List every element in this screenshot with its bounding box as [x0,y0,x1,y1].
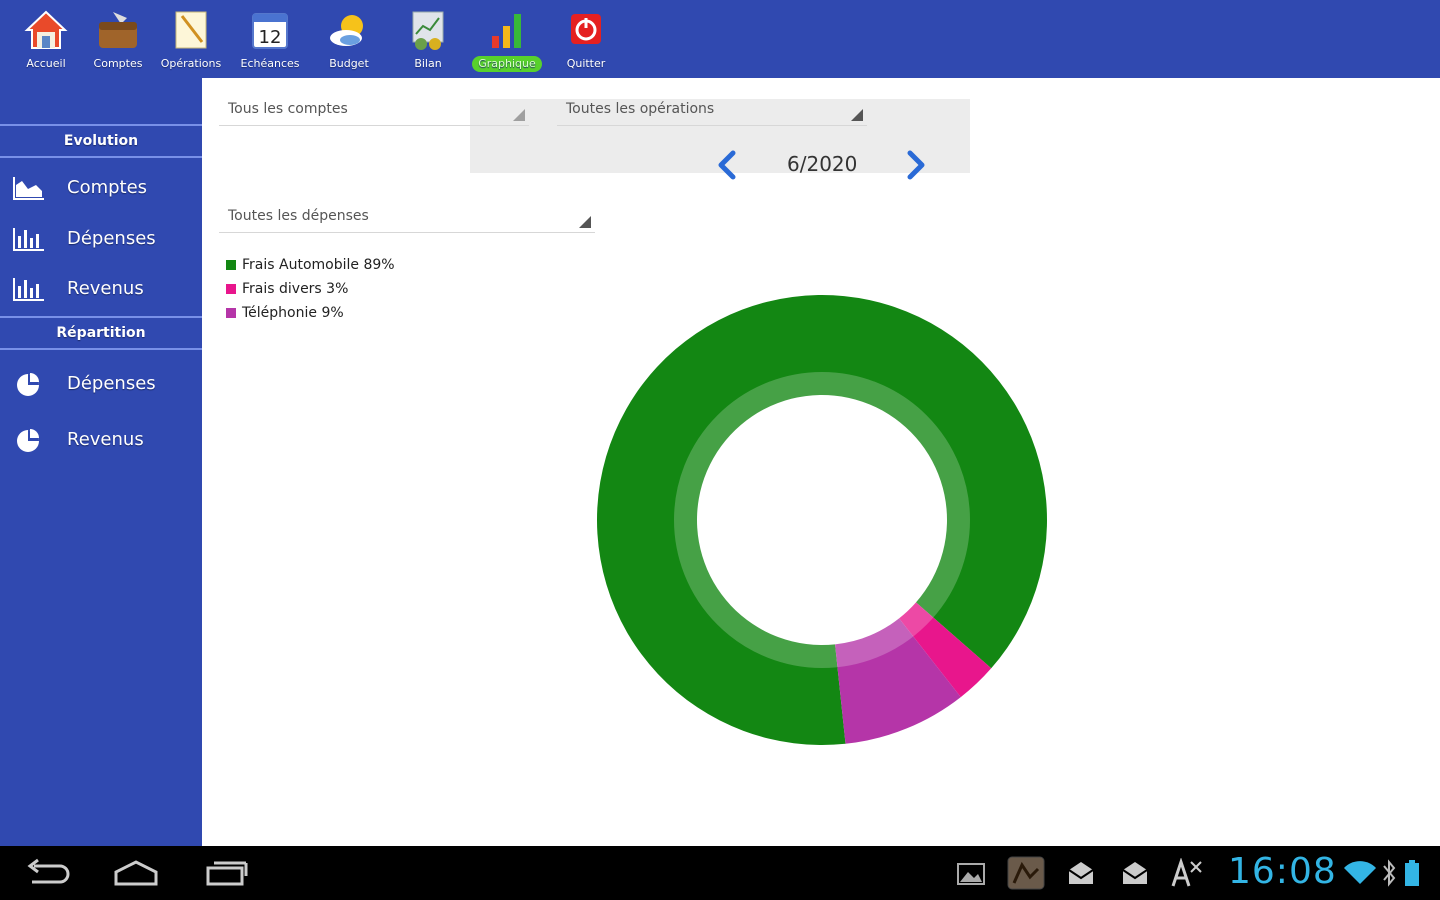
legend-swatch [226,308,236,318]
back-arrow-icon [32,864,70,884]
sidebar-item-label: Dépenses [67,373,156,394]
legend-item: Frais divers 3% [226,281,395,305]
previous-period-button[interactable] [713,148,741,182]
toolbar-label: Accueil [26,57,66,70]
toolbar-label: Quitter [566,57,606,70]
weather-icon [330,15,363,46]
toolbar-label: Budget [329,57,369,70]
mail-notification-icon[interactable] [1118,858,1152,888]
app-thumbnail-icon[interactable] [1006,855,1046,891]
home-nav-button[interactable] [110,858,162,888]
sidebar-item-evolution-revenus[interactable]: Revenus [0,268,202,312]
legend-label: Frais Automobile 89% [242,257,395,273]
legend-item: Frais Automobile 89% [226,257,395,281]
toolbar-budget-button[interactable]: Budget [310,8,388,74]
sidebar-section-evolution: Evolution [0,124,202,158]
category-spinner-value: Toutes les dépenses [228,208,369,224]
accounts-spinner-value: Tous les comptes [228,101,348,117]
sidebar-item-evolution-depenses[interactable]: Dépenses [0,218,202,262]
system-bar: 16:08 [0,846,1440,900]
dropdown-arrow-icon [851,109,863,121]
sidebar-item-repartition-depenses[interactable]: Dépenses [0,363,202,407]
toolbar-label: Echéances [240,57,300,70]
wallet-icon [99,12,137,48]
battery-icon [1405,860,1419,886]
chevron-right-icon [907,150,925,180]
wifi-icon [1344,861,1376,884]
bluetooth-icon [1383,859,1396,887]
pie-chart-icon [17,373,39,396]
sidebar-item-label: Comptes [67,177,148,198]
sidebar-item-label: Dépenses [67,228,156,249]
operations-spinner-value: Toutes les opérations [566,101,715,117]
next-period-button[interactable] [902,148,930,182]
toolbar-graph-button[interactable]: Graphique [468,8,546,74]
toolbar-home-button[interactable]: Accueil [7,8,85,74]
pie-chart-icon [17,429,39,452]
toolbar-schedules-button[interactable]: 12 Echéances [231,8,309,74]
sidebar: Evolution Comptes Dépenses Revenus Répar… [0,78,202,846]
legend-swatch [226,260,236,270]
bar-chart-icon [13,228,44,251]
svg-text:12: 12 [259,27,282,48]
toolbar-quit-button[interactable]: Quitter [547,8,625,74]
toolbar-label: Bilan [414,57,442,70]
legend-label: Téléphonie 9% [242,305,344,321]
mail-notification-icon[interactable] [1064,858,1098,888]
chevron-left-icon [718,150,736,180]
chart-report-icon [412,11,444,50]
toolbar-label: Comptes [93,57,143,70]
toolbar-operations-button[interactable]: Opérations [152,8,230,74]
dropdown-arrow-icon [579,216,591,228]
chart-legend: Frais Automobile 89% Frais divers 3% Tél… [226,257,395,329]
keyboard-ax-icon[interactable] [1170,858,1204,888]
back-button[interactable] [20,858,72,888]
legend-item: Téléphonie 9% [226,305,395,329]
toolbar-label: Opérations [160,57,222,70]
bar-chart-icon [492,14,521,48]
toolbar-label: Graphique [472,56,542,72]
period-label: 6/2020 [787,152,858,176]
legend-label: Frais divers 3% [242,281,349,297]
power-icon [571,14,601,44]
top-toolbar: Accueil Comptes Opérations 12 Echéances … [0,0,1440,78]
toolbar-report-button[interactable]: Bilan [389,8,467,74]
area-chart-icon [13,177,44,200]
recent-apps-button[interactable] [200,858,252,888]
calendar-icon: 12 [252,13,288,49]
legend-swatch [226,284,236,294]
notepad-icon [175,11,207,49]
operations-spinner[interactable]: Toutes les opérations [557,95,867,126]
home-outline-icon [114,860,158,886]
home-icon [24,10,68,49]
status-clock: 16:08 [1228,851,1337,892]
gallery-notification-icon[interactable] [954,858,988,888]
sidebar-section-repartition: Répartition [0,316,202,350]
category-spinner[interactable]: Toutes les dépenses [219,202,595,233]
sidebar-item-label: Revenus [67,429,144,450]
recent-apps-icon [206,866,244,886]
bar-chart-icon [13,278,44,301]
donut-chart [597,295,1047,745]
sidebar-item-evolution-comptes[interactable]: Comptes [0,167,202,211]
sidebar-item-repartition-revenus[interactable]: Revenus [0,419,202,463]
donut-highlight-ring [674,372,970,668]
sidebar-item-label: Revenus [67,278,144,299]
toolbar-accounts-button[interactable]: Comptes [79,8,157,74]
